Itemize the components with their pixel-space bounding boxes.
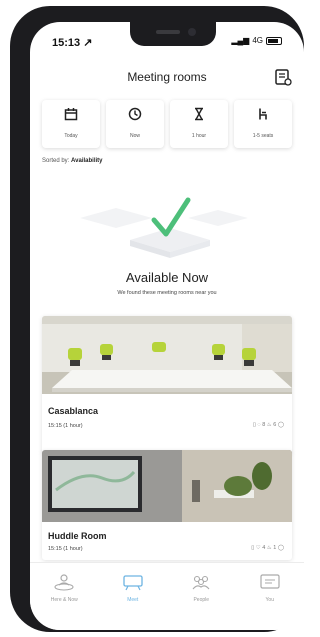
room-time: 15:15 (1 hour) [48,546,83,552]
check-icon [151,197,191,237]
filter-seats-label: 1-5 seats [252,133,274,139]
filter-date[interactable]: Today [42,100,100,148]
room-amenities: ▯ ♡ 4 ♨ 1 ◯ [251,545,284,551]
hourglass-icon [195,107,203,121]
filter-time[interactable]: Now [106,100,164,148]
clock-icon [128,107,142,121]
tab-bar: Here & Now Meet People You [30,562,304,630]
room-amenities: ▯ ◌ 8 ♨ 6 ◯ [252,422,284,428]
tab-label: People [193,597,210,603]
page-title: Meeting rooms [127,70,207,84]
filter-duration-label: 1 hour [191,133,207,139]
tab-you[interactable]: You [236,563,305,630]
phone-frame: 15:13 ↗ ▂▄▆ 4G Meeting rooms Today Now 1… [10,6,304,632]
people-icon [192,575,210,590]
tab-people[interactable]: People [167,563,236,630]
signal-icon: ▂▄▆ [231,36,250,45]
id-card-icon [260,574,280,589]
filter-date-label: Today [64,133,78,139]
notch [130,22,216,46]
room-name: Huddle Room [48,531,107,541]
room-photo [42,316,292,394]
filter-time-label: Now [129,133,140,139]
filter-duration[interactable]: 1 hour [170,100,228,148]
sort-prefix: Sorted by: [42,158,70,164]
availability-subtitle: We found these meeting rooms near you [117,290,217,296]
meet-icon [123,575,143,591]
tab-label: You [265,597,274,603]
tab-label: Here & Now [50,597,78,603]
chair-icon [259,108,267,120]
list-icon[interactable] [274,68,292,86]
tab-label: Meet [127,597,139,603]
filter-bar: Today Now 1 hour 1-5 seats [42,100,292,148]
room-card-casablanca[interactable]: Casablanca 15:15 (1 hour) ▯ ◌ 8 ♨ 6 ◯ [42,316,292,454]
network-label: 4G [252,36,263,45]
tab-meet[interactable]: Meet [99,563,168,630]
room-photo [42,450,292,522]
availability-title: Available Now [125,270,209,285]
status-indicators: ▂▄▆ 4G [231,36,282,45]
app-screen: 15:13 ↗ ▂▄▆ 4G Meeting rooms Today Now 1… [30,22,304,630]
sort-indicator[interactable]: Sorted by: Availability [42,158,103,164]
sort-value: Availability [71,158,103,164]
battery-icon [266,36,282,45]
availability-illustration [80,197,248,258]
room-card-huddle[interactable]: Huddle Room 15:15 (1 hour) ▯ ♡ 4 ♨ 1 ◯ [42,450,292,560]
room-time: 15:15 (1 hour) [48,423,83,429]
person-location-icon [54,574,74,591]
filter-seats[interactable]: 1-5 seats [234,100,292,148]
header: Meeting rooms [30,62,304,92]
room-name: Casablanca [48,406,99,416]
tab-here-now[interactable]: Here & Now [30,563,99,630]
status-time: 15:13 ↗ [52,37,93,49]
calendar-icon [64,108,78,121]
